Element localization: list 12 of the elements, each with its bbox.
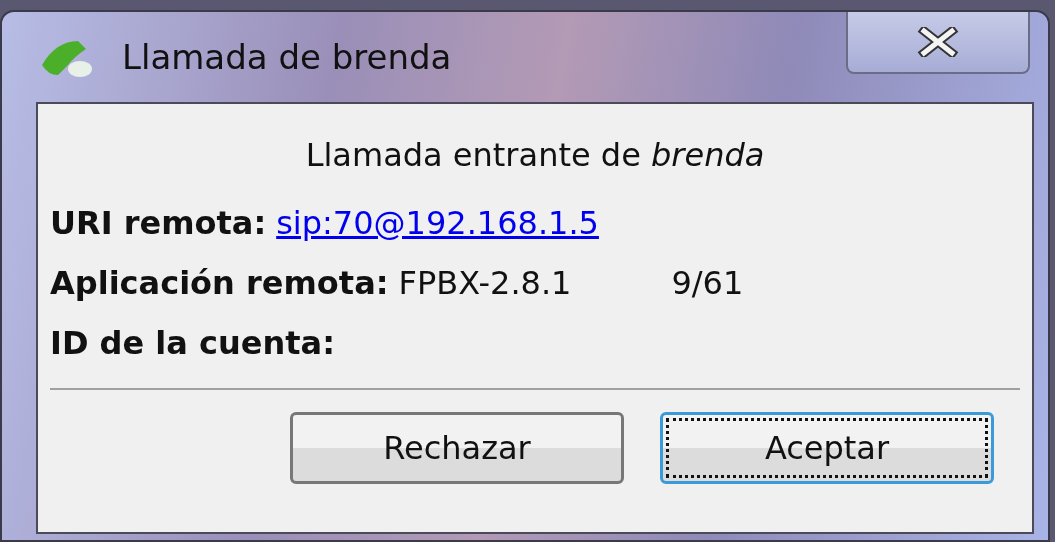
field-label: Aplicación remota:: [50, 264, 389, 302]
field-label: URI remota:: [50, 204, 267, 242]
close-button[interactable]: [846, 12, 1030, 74]
window-title: Llamada de brenda: [122, 37, 452, 77]
field-value: 9/61: [671, 264, 744, 302]
close-icon: [916, 27, 960, 57]
call-heading: Llamada entrante de brenda: [304, 136, 766, 174]
field-label: ID de la cuenta:: [50, 324, 335, 362]
field-value: FPBX-2.8.1: [398, 264, 572, 302]
accept-button[interactable]: Aceptar: [660, 412, 994, 484]
uri-link[interactable]: sip:70@192.168.1.5: [276, 204, 599, 242]
reject-button[interactable]: Rechazar: [290, 412, 624, 484]
